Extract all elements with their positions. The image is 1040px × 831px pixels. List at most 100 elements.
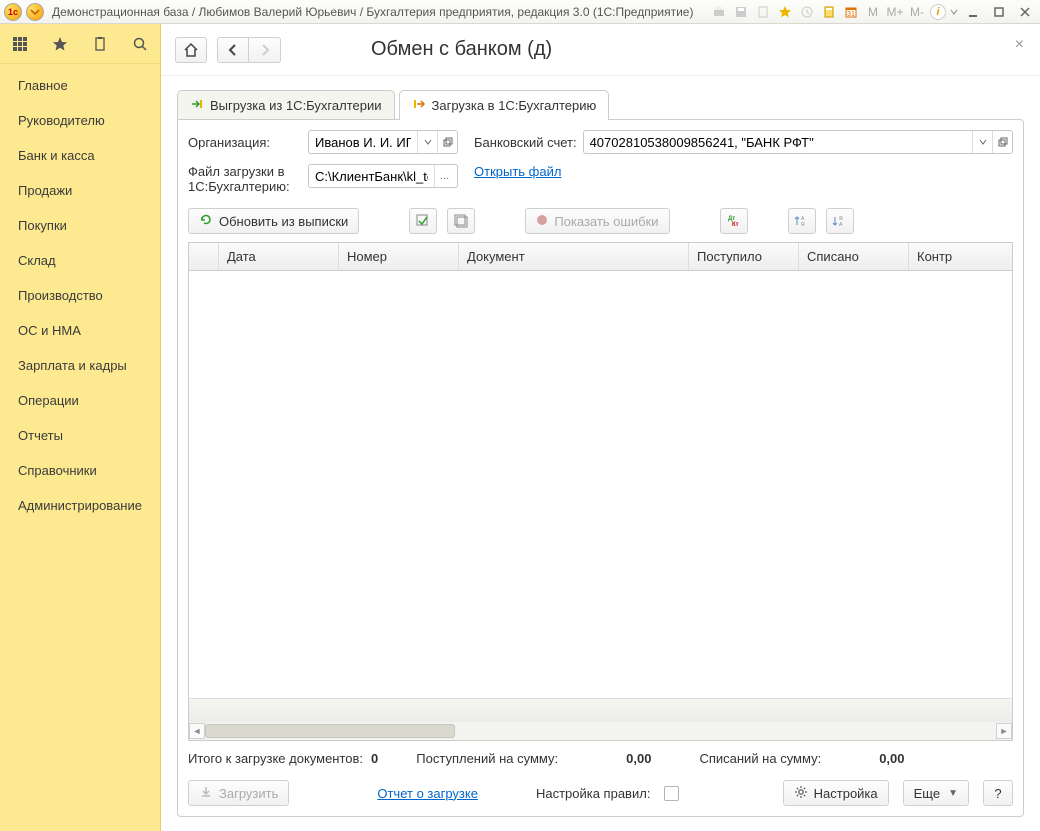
more-label: Еще: [914, 786, 940, 801]
sidebar-item-catalogs[interactable]: Справочники: [0, 453, 160, 488]
svg-text:Я: Я: [801, 222, 805, 228]
sidebar-item-sales[interactable]: Продажи: [0, 173, 160, 208]
sidebar-item-warehouse[interactable]: Склад: [0, 243, 160, 278]
dropdown-icon[interactable]: [26, 3, 44, 21]
scroll-thumb[interactable]: [205, 724, 455, 738]
scroll-right-icon[interactable]: ►: [996, 723, 1012, 739]
rules-checkbox[interactable]: [664, 786, 679, 801]
svg-text:Кт: Кт: [732, 222, 739, 228]
bank-dropdown-icon[interactable]: [972, 131, 992, 153]
org-input[interactable]: [309, 131, 417, 153]
help-button[interactable]: ?: [983, 780, 1013, 806]
toolbar-doc-icon[interactable]: [754, 3, 772, 21]
toolbar-history-icon[interactable]: [798, 3, 816, 21]
col-incoming[interactable]: Поступило: [689, 243, 799, 270]
dtkt-button[interactable]: ДтКт: [720, 208, 748, 234]
toolbar-mplus-icon[interactable]: M+: [886, 3, 904, 21]
close-form-button[interactable]: ×: [1015, 36, 1024, 54]
tab-export-label: Выгрузка из 1С:Бухгалтерии: [210, 98, 382, 113]
sidebar-item-hr[interactable]: Зарплата и кадры: [0, 348, 160, 383]
table-footer-bar: [189, 698, 1012, 722]
sort-asc-button[interactable]: АЯ: [788, 208, 816, 234]
totals-row: Итого к загрузке документов: 0 Поступлен…: [178, 741, 1023, 776]
show-errors-button[interactable]: Показать ошибки: [525, 208, 669, 234]
totals-docs-label: Итого к загрузке документов:: [188, 751, 363, 766]
sort-desc-button[interactable]: ЯА: [826, 208, 854, 234]
gear-icon: [794, 785, 808, 802]
col-outgoing[interactable]: Списано: [799, 243, 909, 270]
tab-import[interactable]: Загрузка в 1С:Бухгалтерию: [399, 90, 610, 120]
file-field[interactable]: …: [308, 164, 458, 188]
sidebar: Главное Руководителю Банк и касса Продаж…: [0, 24, 161, 831]
more-button[interactable]: Еще ▼: [903, 780, 969, 806]
col-number[interactable]: Номер: [339, 243, 459, 270]
sidebar-item-bank[interactable]: Банк и касса: [0, 138, 160, 173]
open-file-link[interactable]: Открыть файл: [474, 164, 561, 179]
col-contragent[interactable]: Контр: [909, 243, 1012, 270]
org-dropdown-icon[interactable]: [417, 131, 437, 153]
tab-export[interactable]: Выгрузка из 1С:Бухгалтерии: [177, 90, 395, 120]
file-label-2: 1С:Бухгалтерию:: [188, 179, 302, 194]
org-open-icon[interactable]: [437, 131, 457, 153]
load-button[interactable]: Загрузить: [188, 780, 289, 806]
org-field[interactable]: [308, 130, 458, 154]
toolbar-calc-icon[interactable]: [820, 3, 838, 21]
home-button[interactable]: [175, 37, 207, 63]
select-all-button[interactable]: [409, 208, 437, 234]
deselect-all-button[interactable]: [447, 208, 475, 234]
sidebar-item-assets[interactable]: ОС и НМА: [0, 313, 160, 348]
bank-open-icon[interactable]: [992, 131, 1012, 153]
file-input[interactable]: [309, 165, 434, 187]
svg-text:31: 31: [847, 11, 855, 18]
toolbar-info-icon[interactable]: i: [930, 4, 946, 20]
refresh-label: Обновить из выписки: [219, 214, 348, 229]
col-document[interactable]: Документ: [459, 243, 689, 270]
sidebar-item-manager[interactable]: Руководителю: [0, 103, 160, 138]
refresh-button[interactable]: Обновить из выписки: [188, 208, 359, 234]
toolbar-print-icon[interactable]: [710, 3, 728, 21]
search-icon[interactable]: [126, 30, 154, 58]
bottom-toolbar: Загрузить Отчет о загрузке Настройка пра…: [178, 776, 1023, 816]
sidebar-item-production[interactable]: Производство: [0, 278, 160, 313]
svg-text:А: А: [839, 222, 843, 228]
window-minimize-icon[interactable]: [962, 3, 984, 21]
tab-panel: Организация: Банковский счет:: [177, 119, 1024, 817]
bank-input[interactable]: [584, 131, 972, 153]
toolbar-star-icon[interactable]: [776, 3, 794, 21]
col-check[interactable]: [189, 243, 219, 270]
sidebar-item-operations[interactable]: Операции: [0, 383, 160, 418]
clipboard-icon[interactable]: [86, 30, 114, 58]
load-report-link[interactable]: Отчет о загрузке: [377, 786, 478, 801]
col-date[interactable]: Дата: [219, 243, 339, 270]
sidebar-item-reports[interactable]: Отчеты: [0, 418, 160, 453]
sidebar-item-admin[interactable]: Администрирование: [0, 488, 160, 523]
settings-button[interactable]: Настройка: [783, 780, 889, 806]
sidebar-item-main[interactable]: Главное: [0, 68, 160, 103]
rules-label: Настройка правил:: [536, 786, 650, 801]
window-maximize-icon[interactable]: [988, 3, 1010, 21]
favorites-icon[interactable]: [46, 30, 74, 58]
file-browse-icon[interactable]: …: [434, 165, 454, 187]
table-body[interactable]: [189, 271, 1012, 698]
back-button[interactable]: [217, 37, 249, 63]
refresh-icon: [199, 213, 213, 230]
bank-field[interactable]: [583, 130, 1013, 154]
load-label: Загрузить: [219, 786, 278, 801]
sidebar-toolbar: [0, 24, 160, 64]
totals-incoming-label: Поступлений на сумму:: [416, 751, 558, 766]
toolbar-calendar-icon[interactable]: 31: [842, 3, 860, 21]
toolbar-save-icon[interactable]: [732, 3, 750, 21]
forward-button[interactable]: [249, 37, 281, 63]
sidebar-item-purchases[interactable]: Покупки: [0, 208, 160, 243]
window-titlebar: 1c Демонстрационная база / Любимов Валер…: [0, 0, 1040, 24]
sections-menu-icon[interactable]: [6, 30, 34, 58]
scroll-track[interactable]: [205, 723, 996, 739]
toolbar-mminus-icon[interactable]: M-: [908, 3, 926, 21]
h-scrollbar[interactable]: ◄ ►: [189, 722, 1012, 740]
toolbar-info-dropdown-icon[interactable]: [950, 8, 958, 16]
window-close-icon[interactable]: [1014, 3, 1036, 21]
scroll-left-icon[interactable]: ◄: [189, 723, 205, 739]
app-logo-1c-icon: 1c: [4, 3, 22, 21]
toolbar-m-icon[interactable]: M: [864, 3, 882, 21]
help-label: ?: [994, 786, 1001, 801]
